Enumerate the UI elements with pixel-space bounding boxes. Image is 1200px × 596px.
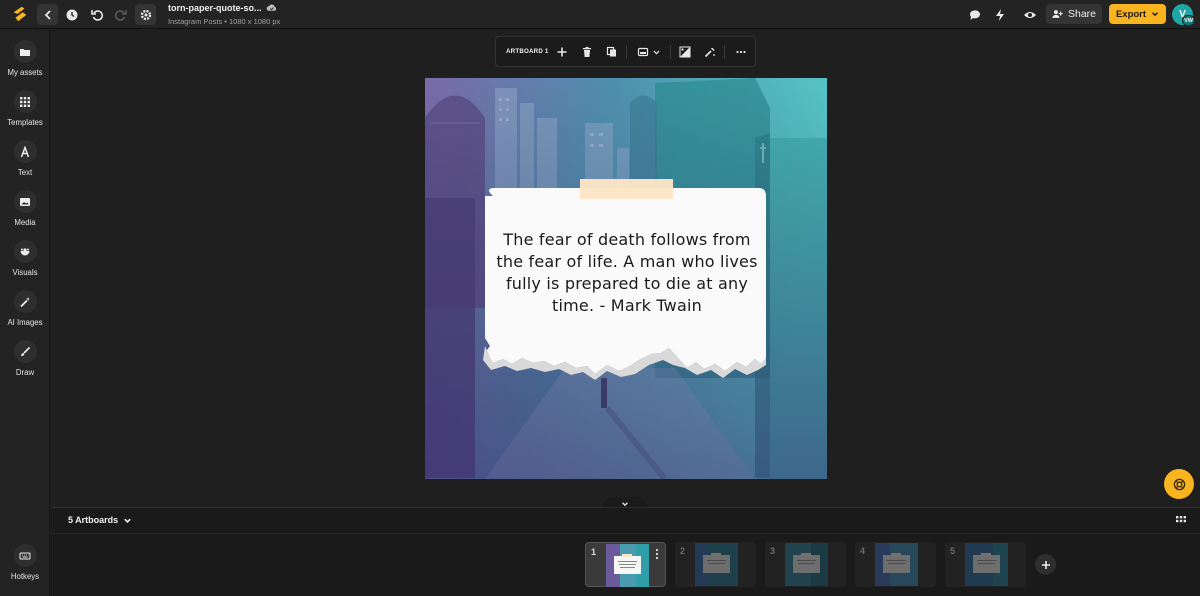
thumbnail-number: 1 bbox=[591, 547, 597, 557]
sidebar-item-ai-images[interactable]: AI Images bbox=[0, 290, 50, 334]
thumbnail-image bbox=[875, 543, 918, 586]
artboard-thumbnail-1[interactable]: 1 bbox=[585, 542, 666, 587]
avatar-badge: VW bbox=[1182, 15, 1195, 26]
visuals-icon bbox=[20, 247, 30, 255]
sidebar-item-templates[interactable]: Templates bbox=[0, 90, 50, 134]
artboard-toolbar: ARTBOARD 1 bbox=[495, 36, 756, 67]
help-button[interactable] bbox=[1164, 469, 1194, 499]
top-bar: torn-paper-quote-so... Instagram Posts •… bbox=[0, 0, 1200, 29]
more-options-button[interactable] bbox=[735, 44, 747, 60]
undo-button[interactable] bbox=[86, 4, 107, 25]
magic-wand-icon bbox=[20, 296, 30, 307]
image-icon bbox=[20, 197, 30, 206]
artboards-panel: 5 Artboards 1 2 3 4 5 bbox=[51, 507, 1200, 596]
add-icon bbox=[557, 47, 567, 57]
magic-icon bbox=[704, 47, 715, 58]
logo-icon[interactable] bbox=[11, 5, 29, 23]
thumbnail-number: 2 bbox=[680, 546, 686, 556]
hotkeys-button[interactable]: Hotkeys bbox=[0, 544, 50, 581]
export-button[interactable]: Export bbox=[1109, 4, 1166, 24]
settings-icon bbox=[140, 9, 151, 20]
transparency-button[interactable] bbox=[679, 44, 691, 60]
redo-button[interactable] bbox=[110, 4, 131, 25]
sidebar-item-label: Templates bbox=[7, 118, 43, 127]
duplicate-icon bbox=[606, 46, 616, 57]
sidebar-item-my-assets[interactable]: My assets bbox=[0, 40, 50, 84]
delete-icon bbox=[583, 47, 591, 57]
sidebar-item-visuals[interactable]: Visuals bbox=[0, 240, 50, 284]
preview-button[interactable] bbox=[1019, 4, 1040, 25]
background-button[interactable] bbox=[636, 44, 662, 60]
sidebar-item-label: Text bbox=[17, 168, 33, 177]
chevron-down-icon bbox=[124, 518, 131, 523]
chevron-down-icon bbox=[653, 50, 660, 54]
preview-icon bbox=[1023, 11, 1036, 18]
quick-actions-button[interactable] bbox=[989, 4, 1010, 25]
thumbnail-image bbox=[606, 544, 649, 587]
artboards-toggle[interactable]: 5 Artboards bbox=[68, 515, 132, 525]
add-icon bbox=[1041, 560, 1050, 569]
thumbnail-more-icon[interactable] bbox=[654, 548, 660, 560]
cloud-icon bbox=[266, 4, 277, 11]
sidebar-item-label: Media bbox=[14, 218, 36, 227]
grid-icon bbox=[20, 96, 30, 107]
text-icon bbox=[20, 145, 30, 157]
sidebar-item-label: Visuals bbox=[12, 268, 38, 277]
artboard-thumbnail-4[interactable]: 4 bbox=[855, 542, 936, 587]
thumbnail-number: 3 bbox=[770, 546, 776, 556]
more-icon bbox=[736, 50, 746, 54]
artboard-thumbnail-2[interactable]: 2 bbox=[675, 542, 756, 587]
comments-button[interactable] bbox=[964, 4, 985, 25]
back-icon bbox=[44, 9, 51, 20]
support-icon bbox=[1173, 478, 1185, 490]
sidebar-item-media[interactable]: Media bbox=[0, 190, 50, 234]
sidebar-item-label: My assets bbox=[7, 68, 43, 77]
comment-icon bbox=[969, 9, 980, 20]
artboards-count: 5 Artboards bbox=[68, 515, 119, 525]
share-button[interactable]: Share bbox=[1046, 4, 1102, 24]
settings-button[interactable] bbox=[135, 4, 156, 25]
thumbnail-number: 4 bbox=[860, 546, 866, 556]
sidebar-item-label: AI Images bbox=[7, 318, 43, 327]
artboard-thumbnail-5[interactable]: 5 bbox=[945, 542, 1026, 587]
thumbnail-image bbox=[785, 543, 828, 586]
background-icon bbox=[637, 47, 649, 57]
lightning-icon bbox=[995, 8, 1004, 21]
folder-icon bbox=[20, 48, 30, 56]
grid-view-icon[interactable] bbox=[1176, 516, 1186, 526]
add-artboard-button[interactable] bbox=[1035, 554, 1056, 575]
sidebar-item-text[interactable]: Text bbox=[0, 140, 50, 184]
artboard-canvas[interactable]: The fear of death follows from the fear … bbox=[425, 78, 827, 479]
delete-artboard-button[interactable] bbox=[581, 44, 593, 60]
export-label: Export bbox=[1115, 8, 1147, 20]
transparency-icon bbox=[679, 46, 691, 58]
tape-decoration[interactable] bbox=[580, 179, 673, 199]
sidebar-item-label: Draw bbox=[15, 368, 35, 377]
left-sidebar: My assets Templates Text Media Visuals A… bbox=[0, 30, 50, 596]
add-user-icon bbox=[1052, 10, 1063, 18]
duplicate-artboard-button[interactable] bbox=[606, 44, 618, 60]
artboard-label[interactable]: ARTBOARD 1 bbox=[506, 48, 549, 55]
chevron-down-icon bbox=[1152, 12, 1158, 17]
share-label: Share bbox=[1067, 8, 1097, 20]
history-button[interactable] bbox=[61, 4, 82, 25]
thumbnail-image bbox=[695, 543, 738, 586]
add-artboard-button[interactable] bbox=[556, 44, 568, 60]
file-name[interactable]: torn-paper-quote-so... bbox=[168, 3, 262, 13]
history-icon bbox=[66, 9, 77, 20]
keyboard-icon bbox=[19, 552, 31, 559]
redo-icon bbox=[114, 9, 127, 21]
artboard-thumbnail-3[interactable]: 3 bbox=[765, 542, 846, 587]
thumbnail-number: 5 bbox=[950, 546, 956, 556]
thumbnail-image bbox=[965, 543, 1008, 586]
magic-action-button[interactable] bbox=[704, 44, 716, 60]
hotkeys-label: Hotkeys bbox=[10, 572, 40, 581]
file-subtitle: Instagram Posts • 1080 x 1080 px bbox=[168, 17, 281, 26]
undo-icon bbox=[90, 9, 103, 21]
back-button[interactable] bbox=[37, 4, 58, 25]
brush-icon bbox=[21, 346, 31, 356]
sidebar-item-draw[interactable]: Draw bbox=[0, 340, 50, 384]
quote-text[interactable]: The fear of death follows from the fear … bbox=[496, 229, 758, 317]
